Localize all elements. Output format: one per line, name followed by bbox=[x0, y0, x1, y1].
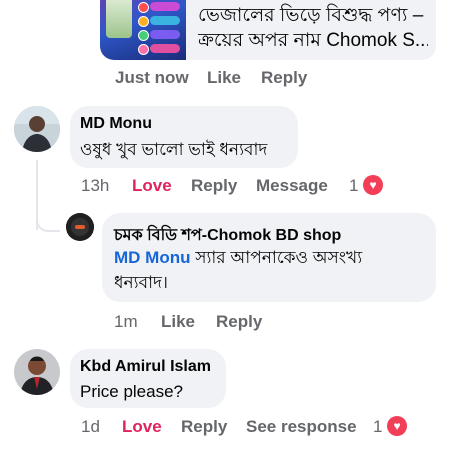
reaction-count[interactable]: 1 bbox=[373, 417, 382, 437]
comment-bubble: MD Monu ওষুধ খুব ভালো ভাই ধন্যবাদ bbox=[70, 106, 298, 168]
reply-text-line-1: MD Monu স্যার আপনাকেও অসংখ্য bbox=[114, 245, 426, 270]
reply-text-line-2: ধন্যবাদ। bbox=[114, 273, 169, 292]
link-preview-line-2: ক্রয়ের অপর নাম Chomok S... bbox=[198, 30, 428, 51]
reply-timestamp: 1m bbox=[114, 312, 138, 331]
link-preview-line-1: ভেজালের ভিড়ে বিশুদ্ধ পণ্য – bbox=[198, 5, 424, 26]
comment-bubble: Kbd Amirul Islam Price please? bbox=[70, 349, 226, 408]
link-preview-thumbnail bbox=[100, 0, 186, 60]
list-dot-icon bbox=[138, 44, 149, 55]
shop-logo-icon bbox=[66, 213, 94, 241]
thumbnail-bar bbox=[150, 16, 180, 25]
reaction-count[interactable]: 1 bbox=[349, 176, 358, 196]
like-button[interactable]: Like bbox=[161, 312, 195, 332]
comment-timestamp: 1d bbox=[81, 417, 100, 436]
person-avatar-icon bbox=[14, 106, 60, 152]
link-preview-card[interactable]: ভেজালের ভিড়ে বিশুদ্ধ পণ্য – ক্রয়ের অপর… bbox=[100, 0, 436, 60]
reply-text: স্যার আপনাকেও অসংখ্য bbox=[190, 248, 363, 267]
comment-timestamp: 13h bbox=[81, 176, 110, 195]
reply-button[interactable]: Reply bbox=[181, 417, 227, 437]
reply-button[interactable]: Reply bbox=[191, 176, 237, 196]
comment-timestamp: Just now bbox=[115, 68, 189, 87]
commenter-name[interactable]: MD Monu bbox=[80, 115, 152, 133]
link-preview-title: ভেজালের ভিড়ে বিশুদ্ধ পণ্য – ক্রয়ের অপর… bbox=[198, 3, 428, 53]
message-button[interactable]: Message bbox=[256, 176, 328, 196]
heart-icon[interactable]: ♥ bbox=[387, 416, 407, 436]
heart-icon[interactable]: ♥ bbox=[363, 175, 383, 195]
thumbnail-bar bbox=[150, 2, 180, 11]
thumbnail-bar bbox=[150, 30, 180, 39]
mention-link[interactable]: MD Monu bbox=[114, 248, 190, 267]
comment-text: Price please? bbox=[80, 382, 184, 401]
see-response-button[interactable]: See response bbox=[246, 417, 357, 437]
commenter-name[interactable]: Kbd Amirul Islam bbox=[80, 358, 211, 376]
avatar[interactable] bbox=[14, 106, 60, 152]
list-dot-icon bbox=[138, 30, 149, 41]
product-bottle-image bbox=[106, 0, 132, 38]
person-avatar-icon bbox=[14, 349, 60, 395]
list-dot-icon bbox=[138, 16, 149, 27]
love-reaction-button[interactable]: Love bbox=[132, 176, 172, 196]
like-button[interactable]: Like bbox=[207, 68, 241, 88]
list-dot-icon bbox=[138, 2, 149, 13]
shop-avatar[interactable] bbox=[66, 213, 94, 241]
thumbnail-bar bbox=[150, 44, 180, 53]
reply-button[interactable]: Reply bbox=[261, 68, 307, 88]
thread-connector-curve bbox=[36, 208, 60, 232]
reply-bubble: চমক বিডি শপ-Chomok BD shop MD Monu স্যার… bbox=[102, 213, 436, 302]
reply-button[interactable]: Reply bbox=[216, 312, 262, 332]
avatar[interactable] bbox=[14, 349, 60, 395]
comment-text: ওষুধ খুব ভালো ভাই ধন্যবাদ bbox=[80, 140, 268, 159]
love-reaction-button[interactable]: Love bbox=[122, 417, 162, 437]
